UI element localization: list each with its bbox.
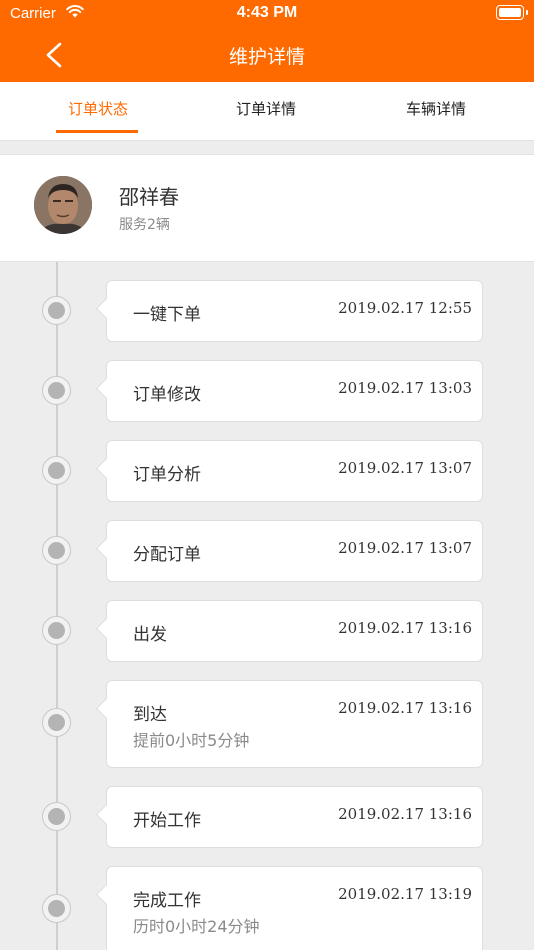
timeline-item-time: 2019.02.17 13:03 (338, 379, 472, 397)
timeline-dot (42, 802, 71, 831)
timeline-item-title: 到达 (133, 705, 167, 725)
timeline-line (56, 262, 58, 950)
timeline-dot (42, 456, 71, 485)
timeline-item-work-started: 开始工作 2019.02.17 13:16 (106, 786, 483, 848)
technician-name: 邵祥春 (119, 185, 179, 209)
page-title: 维护详情 (228, 46, 305, 68)
timeline-item-title: 订单分析 (133, 465, 201, 485)
timeline-item-note: 提前0小时5分钟 (133, 731, 250, 750)
timeline-item-note: 历时0小时24分钟 (133, 917, 260, 936)
timeline-dot (42, 536, 71, 565)
timeline-item-title: 分配订单 (133, 545, 201, 565)
tab-bar: 订单状态 订单详情 车辆详情 (0, 82, 534, 141)
timeline-item-order-modified: 订单修改 2019.02.17 13:03 (106, 360, 483, 422)
timeline-item-order-assigned: 分配订单 2019.02.17 13:07 (106, 520, 483, 582)
tab-order-details[interactable]: 订单详情 (168, 82, 364, 141)
timeline-item-work-completed: 完成工作 2019.02.17 13:19 历时0小时24分钟 (106, 866, 483, 950)
active-tab-indicator (56, 130, 138, 133)
timeline-item-time: 2019.02.17 13:16 (338, 619, 472, 637)
timeline-item-arrived: 到达 2019.02.17 13:16 提前0小时5分钟 (106, 680, 483, 768)
timeline-item-title: 开始工作 (133, 811, 201, 831)
timeline-item-time: 2019.02.17 13:07 (338, 459, 472, 477)
timeline-item-time: 2019.02.17 12:55 (338, 299, 472, 317)
timeline-item-order-placed: 一键下单 2019.02.17 12:55 (106, 280, 483, 342)
avatar-image (34, 176, 92, 234)
timeline-item-time: 2019.02.17 13:16 (338, 805, 472, 823)
timeline-item-title: 出发 (133, 625, 167, 645)
battery-icon (496, 5, 528, 20)
tab-vehicle-details[interactable]: 车辆详情 (338, 82, 534, 141)
timeline-item-title: 订单修改 (133, 385, 201, 405)
technician-profile: 邵祥春 服务2辆 (0, 154, 534, 262)
timeline-item-departed: 出发 2019.02.17 13:16 (106, 600, 483, 662)
timeline-dot (42, 296, 71, 325)
timeline-item-time: 2019.02.17 13:16 (338, 699, 472, 717)
avatar (34, 176, 92, 234)
service-count: 服务2辆 (119, 217, 170, 233)
timeline-item-title: 完成工作 (133, 891, 201, 911)
timeline-dot (42, 708, 71, 737)
timeline-item-title: 一键下单 (133, 305, 201, 325)
timeline-dot (42, 894, 71, 923)
navigation-header: Carrier 4:43 PM 维护详情 (0, 0, 534, 82)
timeline-item-time: 2019.02.17 13:19 (338, 885, 472, 903)
timeline-item-order-analyzed: 订单分析 2019.02.17 13:07 (106, 440, 483, 502)
timeline-item-time: 2019.02.17 13:07 (338, 539, 472, 557)
status-time: 4:43 PM (236, 4, 298, 21)
timeline-dot (42, 616, 71, 645)
timeline-dot (42, 376, 71, 405)
status-bar: Carrier 4:43 PM (0, 0, 534, 28)
